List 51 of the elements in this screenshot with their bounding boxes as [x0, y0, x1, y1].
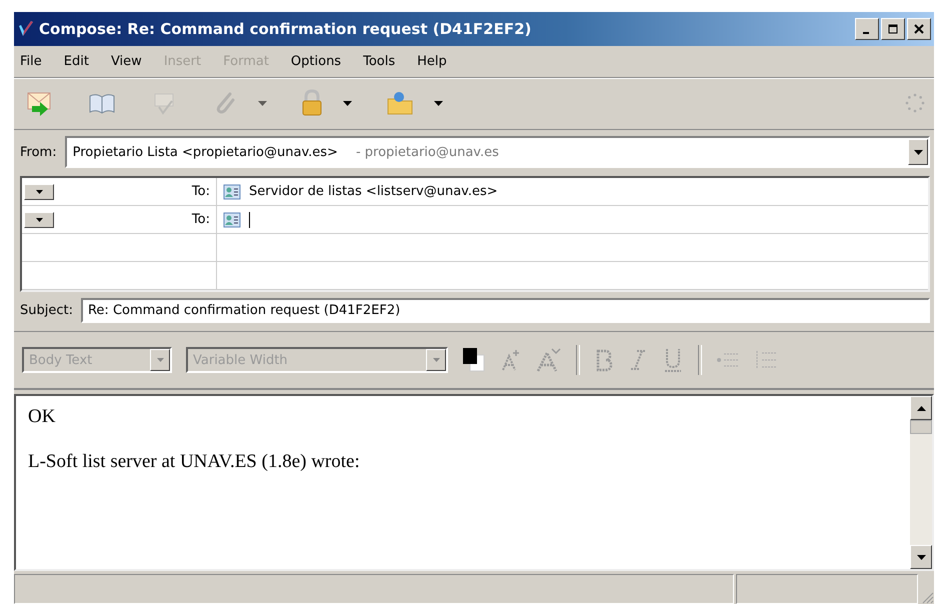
close-icon	[914, 24, 924, 34]
window-title: Compose: Re: Command confirmation request (D41F2EF2)	[39, 20, 532, 38]
text-cursor	[249, 212, 250, 228]
menu-item[interactable]: Options	[290, 54, 342, 69]
caret-icon	[432, 358, 440, 362]
scroll-thumb[interactable]	[910, 420, 932, 434]
type-dropdown-button[interactable]	[24, 212, 54, 228]
underline-icon[interactable]	[662, 347, 684, 373]
menu-item[interactable]: View	[110, 54, 142, 69]
minimize-button[interactable]	[855, 18, 879, 40]
folder-icon[interactable]	[386, 90, 414, 116]
padlock-icon[interactable]	[301, 89, 323, 117]
menu-item[interactable]: Edit	[64, 54, 89, 69]
recipient-type: To:	[192, 212, 210, 227]
subject-label: Subject:	[20, 303, 73, 318]
text-color-icon[interactable]	[462, 347, 486, 373]
menu-item[interactable]: File	[20, 54, 42, 69]
close-button[interactable]	[907, 18, 931, 40]
maximize-icon	[888, 24, 898, 34]
body-text: L-Soft list server at UNAV.ES (1.8e) wrote:	[28, 451, 361, 473]
body-text: OK	[28, 406, 56, 428]
subject-field[interactable]: Re: Command confirmation request (D41F2EF2)	[80, 298, 930, 323]
font-smaller-icon[interactable]	[500, 348, 522, 372]
caret-icon	[36, 190, 42, 194]
scroll-down-icon[interactable]	[916, 554, 926, 560]
caret-icon	[914, 150, 922, 154]
recipient-address[interactable]: Servidor de listas <listserv@unav.es>	[249, 184, 498, 199]
activity-icon	[904, 92, 926, 114]
menu-item[interactable]: Help	[417, 54, 447, 69]
scroll-up-icon[interactable]	[916, 406, 926, 410]
contact-card-icon	[223, 184, 241, 200]
from-dropdown[interactable]: Propietario Lista <propietario@unav.es> - propietario@unav.es	[64, 136, 930, 168]
caret-icon[interactable]	[434, 100, 443, 106]
type-dropdown-button[interactable]	[24, 184, 54, 200]
menu-item[interactable]: Tools	[363, 54, 396, 69]
minimize-icon	[862, 32, 868, 34]
caret-icon	[36, 218, 42, 222]
caret-icon	[156, 358, 164, 362]
caret-icon[interactable]	[343, 100, 352, 106]
font-larger-icon[interactable]	[536, 347, 562, 373]
resize-grip-icon[interactable]	[920, 590, 934, 604]
contact-card-icon	[223, 212, 241, 228]
bold-icon[interactable]	[594, 348, 614, 372]
book-icon[interactable]	[88, 91, 116, 115]
scrollbar[interactable]	[910, 396, 932, 569]
numbered-list-icon[interactable]	[754, 349, 778, 371]
italic-icon[interactable]	[628, 348, 648, 372]
from-label: From:	[20, 144, 57, 160]
recipient-type: To:	[192, 184, 210, 199]
maximize-button[interactable]	[881, 18, 905, 40]
pen-icon	[17, 20, 35, 38]
